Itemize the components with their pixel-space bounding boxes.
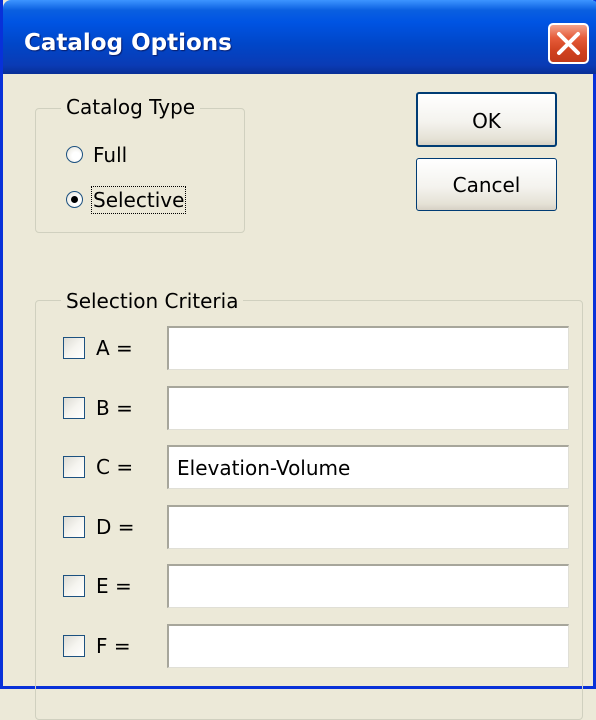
criteria-row-c: C = Elevation-Volume: [63, 445, 573, 489]
close-button[interactable]: [548, 23, 589, 64]
criteria-label-d: D =: [96, 515, 135, 539]
criteria-row-a: A =: [63, 326, 573, 370]
criteria-row-d: D =: [63, 505, 573, 549]
checkbox-b[interactable]: [63, 397, 85, 419]
checkbox-a[interactable]: [63, 337, 85, 359]
cancel-button[interactable]: Cancel: [416, 158, 557, 211]
radio-selective[interactable]: Selective: [66, 186, 206, 214]
criteria-row-e: E =: [63, 564, 573, 608]
criteria-input-d[interactable]: [167, 505, 569, 549]
criteria-label-b: B =: [96, 396, 133, 420]
criteria-label-e: E =: [96, 574, 132, 598]
criteria-input-f[interactable]: [167, 624, 569, 668]
checkbox-f[interactable]: [63, 635, 85, 657]
radio-full-label[interactable]: Full: [93, 143, 127, 167]
criteria-label-a: A =: [96, 336, 133, 360]
window-title: Catalog Options: [24, 30, 232, 56]
selection-criteria-legend: Selection Criteria: [61, 289, 244, 313]
criteria-input-c[interactable]: Elevation-Volume: [167, 445, 569, 489]
catalog-type-group: [35, 108, 245, 233]
criteria-input-b[interactable]: [167, 386, 569, 430]
criteria-label-f: F =: [96, 634, 131, 658]
criteria-row-f: F =: [63, 624, 573, 668]
checkbox-d[interactable]: [63, 516, 85, 538]
dialog-window: Catalog Options Catalog Type Full Select…: [0, 0, 596, 720]
cancel-button-label: Cancel: [452, 173, 521, 197]
criteria-input-e[interactable]: [167, 564, 569, 608]
checkbox-e[interactable]: [63, 575, 85, 597]
criteria-input-a[interactable]: [167, 326, 569, 370]
radio-full-circle[interactable]: [66, 146, 83, 163]
title-bar[interactable]: Catalog Options: [3, 0, 596, 74]
radio-selective-circle[interactable]: [66, 191, 83, 208]
catalog-type-legend: Catalog Type: [61, 95, 201, 119]
close-icon: [557, 32, 580, 55]
radio-full[interactable]: Full: [66, 143, 186, 169]
checkbox-c[interactable]: [63, 456, 85, 478]
radio-dot: [71, 196, 78, 203]
ok-button[interactable]: OK: [416, 92, 557, 147]
radio-selective-label[interactable]: Selective: [90, 186, 187, 214]
ok-button-label: OK: [472, 109, 501, 133]
criteria-label-c: C =: [96, 455, 134, 479]
criteria-row-b: B =: [63, 386, 573, 430]
